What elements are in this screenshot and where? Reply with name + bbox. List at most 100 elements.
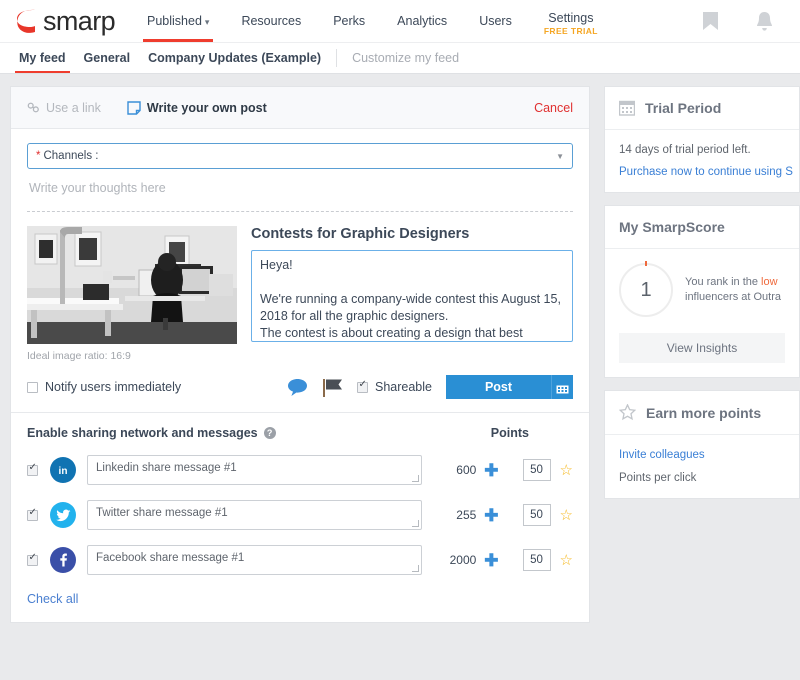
linkedin-message-input[interactable]: Linkedin share message #1 bbox=[87, 455, 423, 485]
required-asterisk: * bbox=[36, 150, 41, 162]
schedule-post-button[interactable] bbox=[551, 375, 573, 399]
earn-points-body: Invite colleagues Points per click bbox=[605, 435, 799, 498]
facebook-char-count: 2000 bbox=[449, 553, 477, 567]
share-row-linkedin: in Linkedin share message #1 600 ✚ 50 ☆ bbox=[27, 455, 573, 485]
add-linkedin-message-icon[interactable]: ✚ bbox=[484, 462, 498, 479]
primary-nav: Published ▾ Resources Perks Analytics Use… bbox=[131, 0, 614, 42]
trial-period-header: Trial Period bbox=[605, 87, 799, 130]
office-photo bbox=[27, 226, 237, 344]
smarpscore-body: 1 You rank in the low influencers at Out… bbox=[605, 249, 799, 377]
smarpscore-card: My SmarpScore 1 You rank in the low infl… bbox=[604, 205, 800, 378]
sharing-section: Enable sharing network and messages ? Po… bbox=[11, 413, 589, 575]
linkedin-enable-checkbox[interactable] bbox=[27, 462, 38, 476]
star-icon[interactable]: ☆ bbox=[560, 508, 573, 523]
use-a-link-label: Use a link bbox=[46, 100, 101, 115]
view-insights-button[interactable]: View Insights bbox=[619, 333, 785, 363]
purchase-now-link[interactable]: Purchase now to continue using S bbox=[619, 166, 793, 178]
cancel-link[interactable]: Cancel bbox=[534, 101, 573, 115]
composer-header: Use a link Write your own post Cancel bbox=[11, 87, 589, 129]
star-icon bbox=[619, 404, 636, 421]
nav-item-published[interactable]: Published ▾ bbox=[131, 0, 225, 42]
trial-days-left: 14 days of trial period left. bbox=[619, 144, 751, 156]
tab-customize-my-feed[interactable]: Customize my feed bbox=[343, 43, 468, 73]
link-preview: Ideal image ratio: 16:9 Contests for Gra… bbox=[11, 212, 589, 362]
sidebar: Trial Period 14 days of trial period lef… bbox=[604, 86, 800, 623]
twitter-message-input[interactable]: Twitter share message #1 bbox=[87, 500, 423, 530]
note-icon bbox=[127, 100, 141, 115]
nav-icon-group bbox=[702, 11, 800, 32]
shareable-label: Shareable bbox=[375, 380, 432, 394]
earn-points-title: Earn more points bbox=[646, 404, 762, 421]
star-icon[interactable]: ☆ bbox=[560, 553, 573, 568]
earn-more-points-card: Earn more points Invite colleagues Point… bbox=[604, 390, 800, 499]
nav-item-perks[interactable]: Perks bbox=[317, 0, 381, 42]
facebook-points-input[interactable]: 50 bbox=[522, 549, 551, 571]
nav-item-resources[interactable]: Resources bbox=[225, 0, 317, 42]
tab-company-updates[interactable]: Company Updates (Example) bbox=[139, 43, 330, 73]
linkedin-icon: in bbox=[50, 457, 76, 483]
nav-item-settings[interactable]: Settings FREE TRIAL bbox=[528, 0, 614, 42]
add-twitter-message-icon[interactable]: ✚ bbox=[484, 507, 498, 524]
star-icon[interactable]: ☆ bbox=[560, 463, 573, 478]
tab-general[interactable]: General bbox=[75, 43, 140, 73]
channels-select[interactable]: * Channels : ▼ bbox=[27, 143, 573, 169]
free-trial-badge: FREE TRIAL bbox=[543, 25, 598, 36]
linkedin-char-count: 600 bbox=[456, 463, 477, 477]
tab-my-feed[interactable]: My feed bbox=[10, 43, 75, 73]
smarpscore-header: My SmarpScore bbox=[605, 206, 799, 249]
thoughts-input[interactable]: Write your thoughts here bbox=[27, 169, 573, 211]
help-icon[interactable]: ? bbox=[263, 427, 276, 439]
bookmark-icon[interactable] bbox=[702, 11, 719, 31]
trial-period-title: Trial Period bbox=[645, 100, 722, 116]
smarp-hook-icon bbox=[17, 9, 35, 33]
use-a-link-option[interactable]: Use a link bbox=[27, 101, 101, 115]
checkbox-box bbox=[357, 379, 368, 393]
earn-points-header: Earn more points bbox=[605, 391, 799, 435]
rank-highlight: low bbox=[761, 276, 778, 288]
comment-icon[interactable] bbox=[287, 378, 308, 397]
nav-item-users[interactable]: Users bbox=[463, 0, 528, 42]
post-composer-card: Use a link Write your own post Cancel * … bbox=[10, 86, 590, 623]
trial-period-body: 14 days of trial period left. Purchase n… bbox=[605, 130, 799, 192]
sharing-heading: Enable sharing network and messages bbox=[27, 426, 258, 440]
check-all-link[interactable]: Check all bbox=[11, 575, 589, 622]
chevron-down-icon: ▾ bbox=[204, 17, 210, 27]
facebook-message-input[interactable]: Facebook share message #1 bbox=[87, 545, 423, 575]
calendar-icon bbox=[556, 382, 569, 393]
score-value: 1 bbox=[640, 278, 652, 301]
preview-thumbnail-column: Ideal image ratio: 16:9 bbox=[27, 226, 237, 362]
rank-line-2: influencers at Outra bbox=[685, 291, 781, 303]
brand-logo[interactable]: smarp bbox=[14, 7, 116, 35]
score-gauge: 1 bbox=[619, 261, 673, 317]
notify-users-checkbox[interactable]: Notify users immediately bbox=[27, 380, 181, 394]
twitter-points-input[interactable]: 50 bbox=[522, 504, 551, 526]
write-your-own-post-option[interactable]: Write your own post bbox=[127, 101, 267, 115]
add-facebook-message-icon[interactable]: ✚ bbox=[484, 552, 498, 569]
invite-colleagues-link[interactable]: Invite colleagues bbox=[619, 449, 785, 461]
svg-text:in: in bbox=[59, 466, 68, 477]
preview-image[interactable] bbox=[27, 226, 237, 344]
calendar-icon bbox=[619, 100, 635, 116]
points-column-header: Points bbox=[490, 426, 529, 440]
post-button[interactable]: Post bbox=[446, 375, 551, 399]
flag-icon[interactable] bbox=[322, 378, 343, 397]
twitter-icon bbox=[50, 502, 76, 528]
composer-action-row: Notify users immediately Shareable Post bbox=[11, 362, 589, 413]
bell-icon[interactable] bbox=[755, 11, 774, 32]
page-body: Use a link Write your own post Cancel * … bbox=[0, 74, 800, 623]
shareable-checkbox[interactable]: Shareable bbox=[357, 379, 432, 394]
twitter-enable-checkbox[interactable] bbox=[27, 507, 38, 521]
preview-description-input[interactable]: Heya! We're running a company-wide conte… bbox=[251, 250, 573, 342]
score-description: You rank in the low influencers at Outra bbox=[685, 275, 781, 305]
tab-divider bbox=[336, 49, 338, 67]
preview-text-column: Contests for Graphic Designers Heya! We'… bbox=[251, 226, 573, 362]
score-row: 1 You rank in the low influencers at Out… bbox=[619, 261, 785, 317]
twitter-char-count: 255 bbox=[456, 508, 477, 522]
sharing-header: Enable sharing network and messages ? Po… bbox=[27, 426, 573, 440]
composer-body: * Channels : ▼ Write your thoughts here bbox=[11, 129, 589, 211]
share-row-twitter: Twitter share message #1 255 ✚ 50 ☆ bbox=[27, 500, 573, 530]
linkedin-points-input[interactable]: 50 bbox=[522, 459, 551, 481]
nav-item-analytics[interactable]: Analytics bbox=[381, 0, 463, 42]
trial-period-card: Trial Period 14 days of trial period lef… bbox=[604, 86, 800, 193]
facebook-enable-checkbox[interactable] bbox=[27, 552, 38, 566]
